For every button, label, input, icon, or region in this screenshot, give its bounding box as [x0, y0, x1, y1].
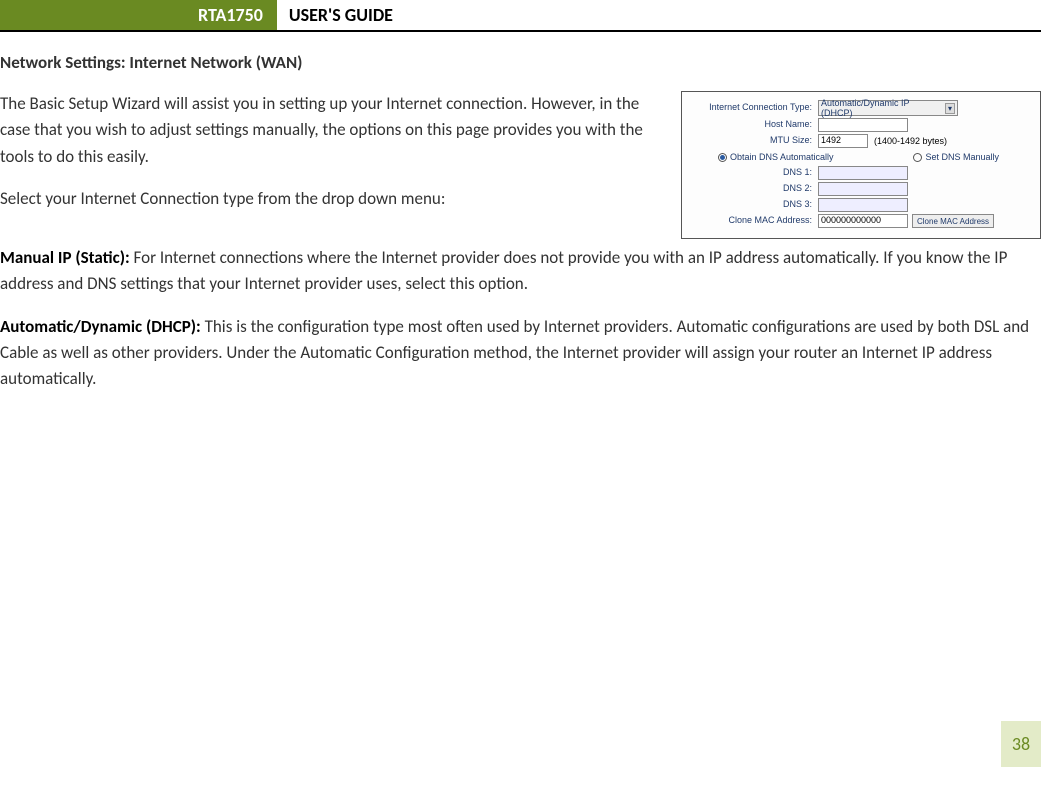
- input-host-name[interactable]: [818, 118, 908, 132]
- row-host-name: Host Name:: [688, 118, 1034, 132]
- row-clone-mac: Clone MAC Address: 000000000000 Clone MA…: [688, 214, 1034, 228]
- row-dns-mode: Obtain DNS Automatically Set DNS Manuall…: [688, 150, 1034, 164]
- input-clone-mac[interactable]: 000000000000: [818, 214, 908, 228]
- hint-mtu: (1400-1492 bytes): [874, 136, 947, 146]
- page-number: 38: [1001, 721, 1041, 767]
- select-connection-type-value: Automatic/Dynamic IP (DHCP): [821, 98, 941, 118]
- section-title: Network Settings: Internet Network (WAN): [0, 52, 1041, 73]
- dhcp-label: Automatic/Dynamic (DHCP):: [0, 316, 205, 337]
- input-dns1[interactable]: [818, 166, 908, 180]
- manual-ip-paragraph: Manual IP (Static): For Internet connect…: [0, 245, 1041, 298]
- row-dns3: DNS 3:: [688, 198, 1034, 212]
- clone-mac-button[interactable]: Clone MAC Address: [912, 214, 994, 228]
- header-model: RTA1750: [18, 0, 277, 30]
- select-connection-type[interactable]: Automatic/Dynamic IP (DHCP) ▾: [818, 100, 958, 116]
- label-dns3: DNS 3:: [688, 200, 818, 210]
- label-connection-type: Internet Connection Type:: [688, 103, 818, 113]
- input-dns2[interactable]: [818, 182, 908, 196]
- header-title: USER'S GUIDE: [277, 0, 405, 30]
- row-dns2: DNS 2:: [688, 182, 1034, 196]
- manual-ip-label: Manual IP (Static):: [0, 247, 134, 268]
- input-dns3[interactable]: [818, 198, 908, 212]
- label-dns-auto: Obtain DNS Automatically: [730, 152, 834, 162]
- radio-checked-icon: [718, 153, 727, 162]
- label-dns2: DNS 2:: [688, 184, 818, 194]
- settings-screenshot: Internet Connection Type: Automatic/Dyna…: [681, 91, 1041, 239]
- document-header: RTA1750 USER'S GUIDE: [0, 0, 1041, 32]
- label-mtu: MTU Size:: [688, 136, 818, 146]
- header-stripe: [0, 0, 18, 30]
- radio-unchecked-icon: [913, 153, 922, 162]
- row-connection-type: Internet Connection Type: Automatic/Dyna…: [688, 100, 1034, 116]
- radio-dns-manual[interactable]: Set DNS Manually: [913, 152, 999, 162]
- manual-ip-text: For Internet connections where the Inter…: [0, 247, 1007, 294]
- row-dns1: DNS 1:: [688, 166, 1034, 180]
- label-clone-mac: Clone MAC Address:: [688, 216, 818, 226]
- chevron-down-icon: ▾: [945, 103, 955, 114]
- label-host-name: Host Name:: [688, 120, 818, 130]
- dhcp-paragraph: Automatic/Dynamic (DHCP): This is the co…: [0, 314, 1041, 393]
- radio-dns-auto[interactable]: Obtain DNS Automatically: [718, 152, 834, 162]
- page-content: Network Settings: Internet Network (WAN)…: [0, 32, 1041, 393]
- intro-block: Internet Connection Type: Automatic/Dyna…: [0, 91, 1041, 245]
- label-dns1: DNS 1:: [688, 168, 818, 178]
- label-dns-manual: Set DNS Manually: [925, 152, 999, 162]
- row-mtu: MTU Size: 1492 (1400-1492 bytes): [688, 134, 1034, 148]
- input-mtu[interactable]: 1492: [818, 134, 868, 148]
